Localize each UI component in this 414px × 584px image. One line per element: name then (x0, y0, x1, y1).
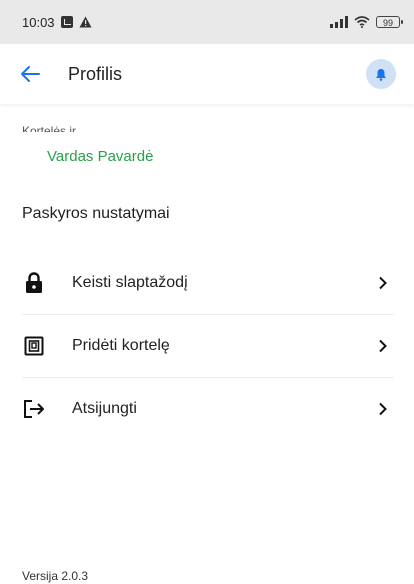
cards-label-partial: Kortelės ir ... (22, 124, 90, 132)
chevron-right-icon (378, 401, 390, 417)
logout-item[interactable]: Atsijungti (22, 378, 394, 440)
status-bar: 10:03 99 (0, 0, 414, 44)
add-card-label: Pridėti kortelę (72, 337, 170, 354)
notifications-button[interactable] (366, 59, 396, 89)
gallery-notification-icon (60, 16, 73, 28)
logout-icon (22, 397, 46, 421)
signal-icon (330, 16, 348, 28)
add-card-item[interactable]: Pridėti kortelę (22, 315, 394, 378)
chevron-right-icon (378, 275, 390, 291)
change-password-item[interactable]: Keisti slaptažodį (22, 252, 394, 315)
app-bar: Profilis (0, 44, 414, 104)
lock-icon (22, 271, 46, 295)
account-settings-title: Paskyros nustatymai (22, 205, 170, 222)
back-button[interactable] (18, 62, 42, 86)
status-time: 10:03 (22, 14, 55, 30)
card-icon (22, 334, 46, 358)
app-version: Versija 2.0.3 (22, 569, 89, 583)
arrow-left-icon (21, 66, 40, 82)
battery-icon: 99 (376, 16, 403, 28)
page-title: Profilis (68, 63, 123, 84)
user-name: Vardas Pavardė (47, 148, 154, 165)
status-right: 99 (330, 16, 403, 28)
logout-label: Atsijungti (72, 400, 137, 417)
settings-menu: Keisti slaptažodį Pridėti kortelę Atsiju… (22, 252, 394, 440)
change-password-label: Keisti slaptažodį (72, 274, 188, 291)
wifi-icon (354, 16, 370, 28)
warning-icon (79, 16, 92, 28)
chevron-right-icon (378, 338, 390, 354)
bell-icon (376, 68, 386, 81)
status-left: 10:03 (22, 15, 92, 30)
